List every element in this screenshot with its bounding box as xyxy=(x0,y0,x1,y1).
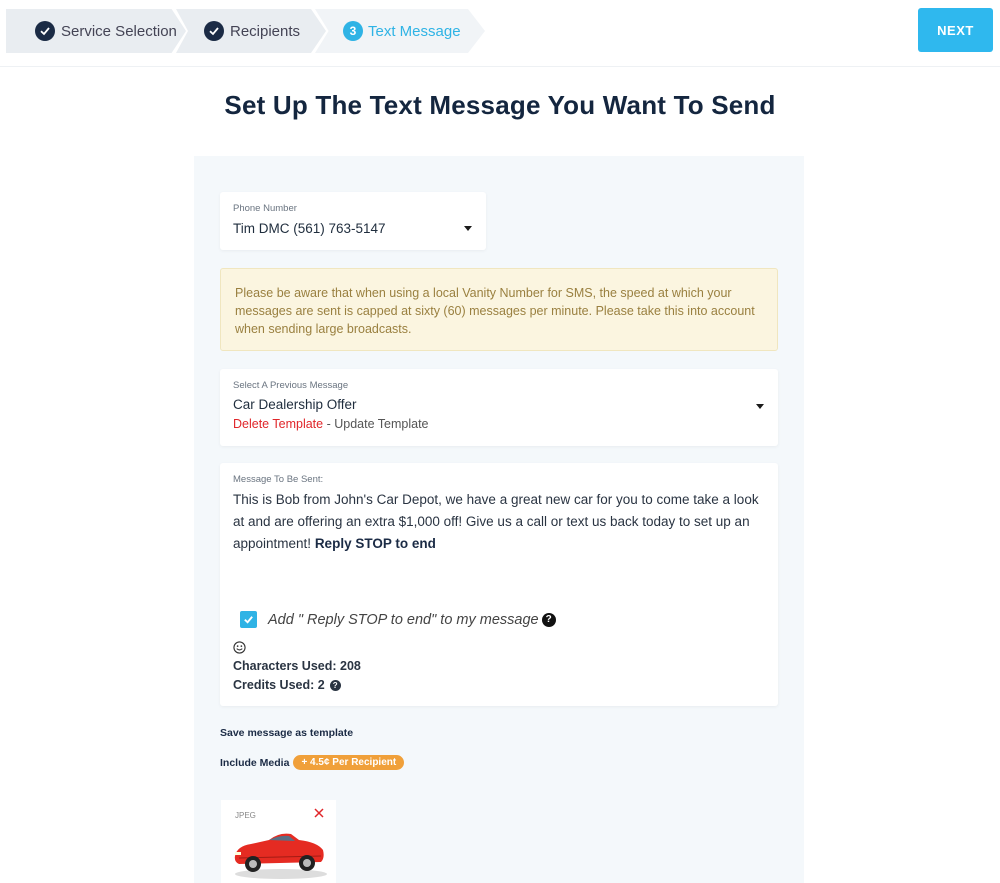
save-as-template[interactable]: Save message as template xyxy=(220,727,353,739)
update-template-link[interactable]: Update Template xyxy=(334,417,428,431)
next-button[interactable]: NEXT xyxy=(918,8,993,52)
message-text: This is Bob from John's Car Depot, we ha… xyxy=(233,492,759,551)
message-editor[interactable]: Message To Be Sent: This is Bob from Joh… xyxy=(220,463,778,706)
template-links: Delete Template - Update Template xyxy=(233,417,429,431)
help-icon[interactable]: ? xyxy=(329,679,341,691)
step-text-message[interactable]: 3 Text Message xyxy=(315,9,485,53)
reply-stop-checkbox[interactable] xyxy=(240,611,257,628)
page-title: Set Up The Text Message You Want To Send xyxy=(224,90,776,120)
media-price-badge: + 4.5¢ Per Recipient xyxy=(293,755,405,770)
include-media-row: Include Media + 4.5¢ Per Recipient xyxy=(220,755,405,770)
caret-down-icon xyxy=(464,226,472,231)
step-recipients[interactable]: Recipients xyxy=(176,9,326,53)
stepper: Service Selection Recipients 3 Text Mess… xyxy=(6,9,485,53)
car-image xyxy=(234,833,327,879)
message-suffix: Reply STOP to end xyxy=(314,536,436,551)
delete-template-link[interactable]: Delete Template xyxy=(233,417,323,431)
link-separator: - xyxy=(323,417,335,431)
phone-number-value: Tim DMC (561) 763-5147 xyxy=(233,221,386,236)
step-label: Recipients xyxy=(230,22,301,40)
reply-stop-label: Add " Reply STOP to end" to my message xyxy=(268,611,539,628)
include-media-label[interactable]: Include Media xyxy=(220,757,289,769)
remove-media-icon[interactable] xyxy=(314,808,324,818)
step-number-badge: 3 xyxy=(343,21,363,41)
help-icon[interactable]: ? xyxy=(541,612,556,627)
previous-message-select[interactable]: Select A Previous Message Car Dealership… xyxy=(220,369,778,446)
characters-used: Characters Used: 208 xyxy=(233,659,361,673)
phone-number-label: Phone Number xyxy=(233,203,297,214)
media-attachment: JPEG xyxy=(221,800,336,883)
phone-number-select[interactable]: Phone Number Tim DMC (561) 763-5147 xyxy=(220,192,486,250)
step-label: Text Message xyxy=(368,22,461,40)
check-circle-icon xyxy=(204,21,224,41)
reply-stop-option: Add " Reply STOP to end" to my message ? xyxy=(240,611,556,628)
vanity-number-warning: Please be aware that when using a local … xyxy=(220,268,778,351)
emoji-icon[interactable] xyxy=(233,641,246,654)
credits-used-row: Credits Used: 2 ? xyxy=(233,678,341,692)
message-label: Message To Be Sent: xyxy=(233,474,324,485)
caret-down-icon xyxy=(756,404,764,409)
credits-used: Credits Used: 2 xyxy=(233,678,325,692)
previous-message-value: Car Dealership Offer xyxy=(233,397,357,412)
check-icon xyxy=(244,616,253,624)
step-label: Service Selection xyxy=(61,22,177,40)
previous-message-label: Select A Previous Message xyxy=(233,380,349,391)
check-circle-icon xyxy=(35,21,55,41)
message-textarea[interactable]: This is Bob from John's Car Depot, we ha… xyxy=(233,489,763,555)
step-service-selection[interactable]: Service Selection xyxy=(6,9,186,53)
top-bar: Service Selection Recipients 3 Text Mess… xyxy=(0,0,1000,67)
